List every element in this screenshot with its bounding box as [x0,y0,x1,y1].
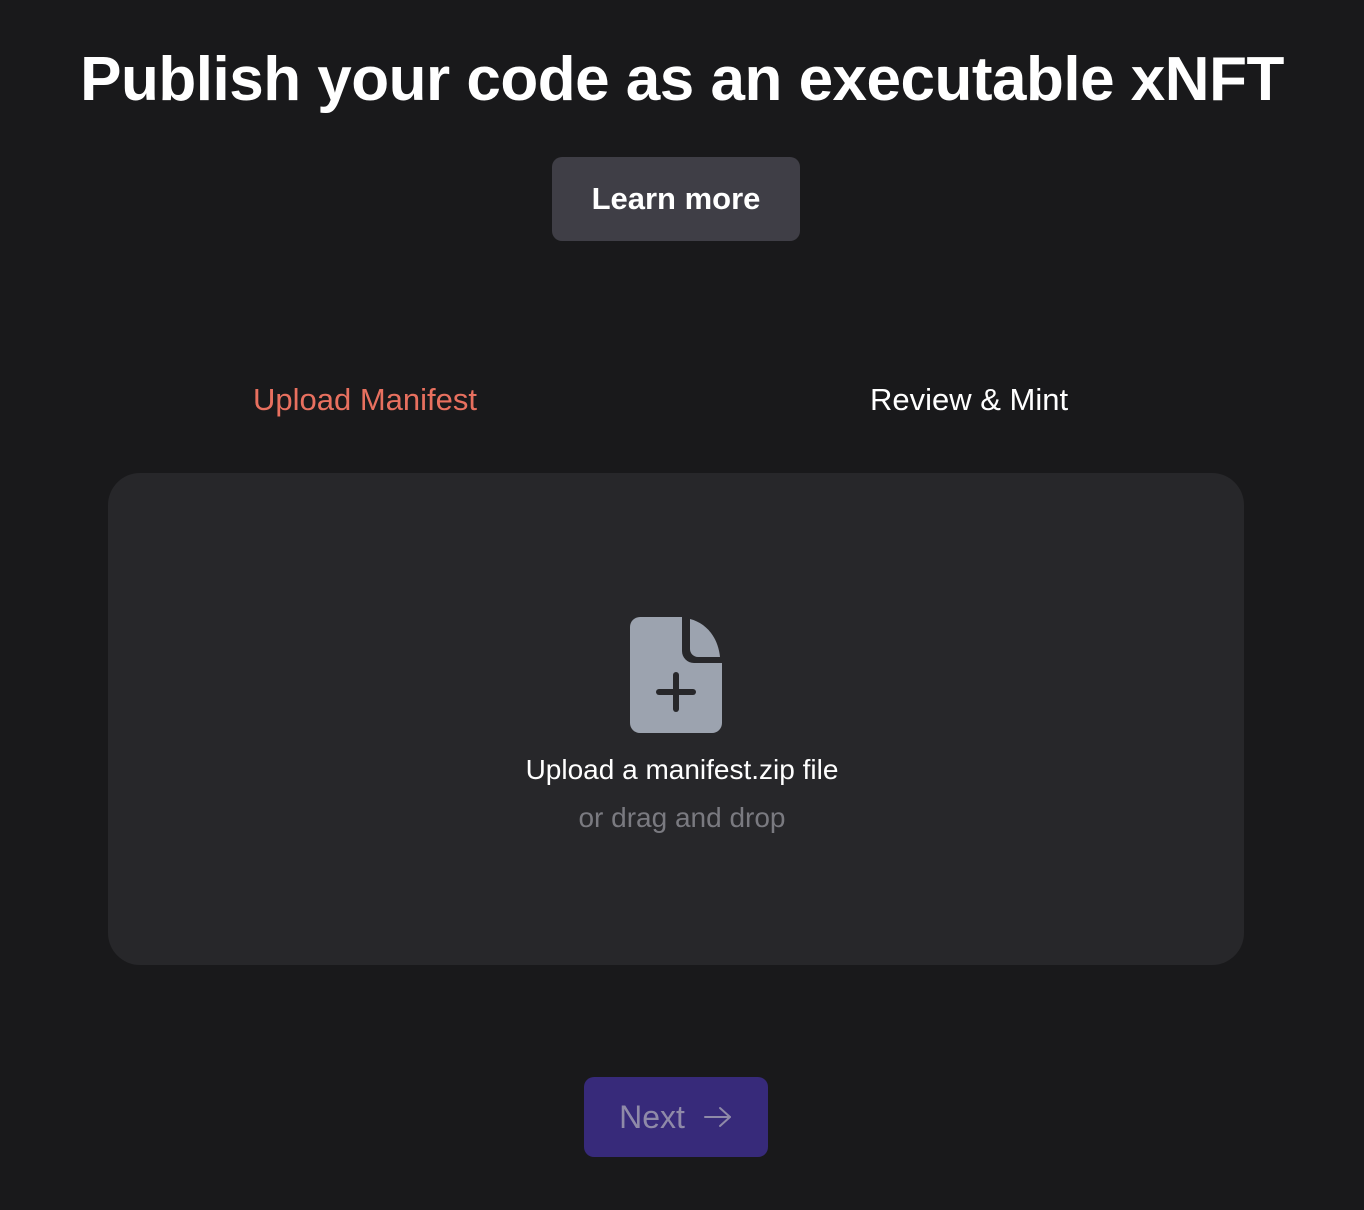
file-plus-icon [630,617,722,733]
step-tabs: Upload Manifest Review & Mint [0,378,1364,426]
page-title: Publish your code as an executable xNFT [80,45,1284,114]
publish-page: Publish your code as an executable xNFT … [0,0,1364,1210]
step-upload-manifest[interactable]: Upload Manifest [253,378,477,422]
drag-drop-hint: or drag and drop [578,802,786,833]
next-label: Next [619,1098,685,1135]
next-button[interactable]: Next [584,1077,768,1157]
learn-more-button[interactable]: Learn more [552,157,800,241]
arrow-right-icon [703,1107,731,1127]
step-review-mint[interactable]: Review & Mint [870,378,1068,422]
upload-prompt[interactable]: Upload a manifest.zip file [0,750,1364,790]
